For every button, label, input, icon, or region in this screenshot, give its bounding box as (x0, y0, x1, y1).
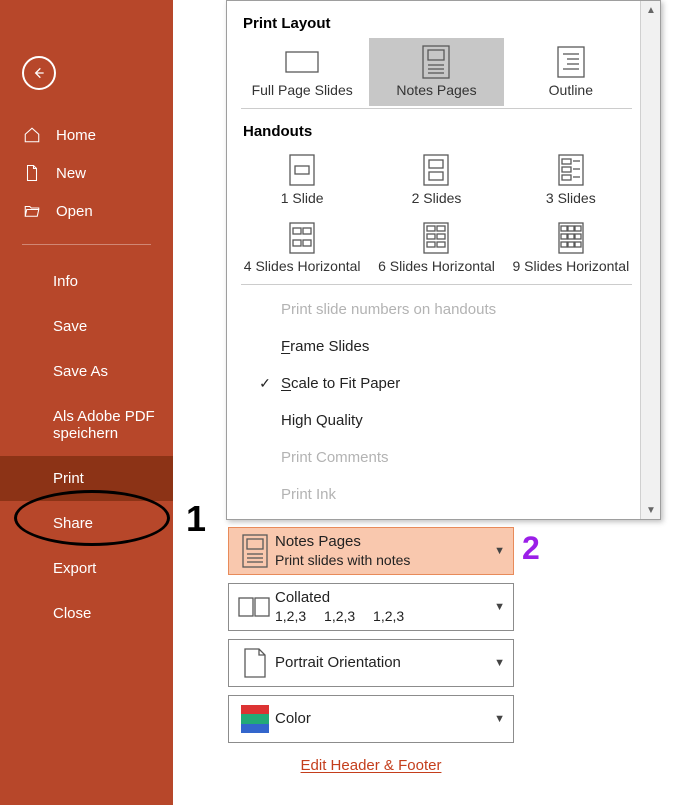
portrait-icon (243, 647, 267, 679)
nav-adobe-pdf[interactable]: Als Adobe PDF speichern (0, 394, 173, 456)
nav-new[interactable]: New (0, 154, 173, 192)
backstage-sidebar: Home New Open Info Save Save As Als Adob… (0, 0, 173, 805)
opt-print-comments: Print Comments (235, 439, 638, 476)
nav-print[interactable]: Print (0, 456, 173, 501)
nav-home[interactable]: Home (0, 116, 173, 154)
setting-collated-title: Collated (275, 589, 494, 608)
opt-print-numbers: Print slide numbers on handouts (235, 291, 638, 328)
opt-print-ink: Print Ink (235, 476, 638, 513)
color-swatch-icon (241, 705, 269, 733)
collated-icon (238, 595, 272, 619)
setting-collated[interactable]: Collated 1,2,3 1,2,3 1,2,3 ▼ (228, 583, 514, 631)
annotation-2: 2 (522, 530, 540, 567)
setting-color[interactable]: Color ▼ (228, 695, 514, 743)
setting-orientation-title: Portrait Orientation (275, 654, 494, 673)
heading-print-layout: Print Layout (235, 3, 638, 38)
handout-6h[interactable]: 6 Slides Horizontal (369, 214, 503, 282)
check-icon: ✓ (257, 375, 273, 392)
full-page-icon (282, 47, 322, 77)
dropdown-scrollbar[interactable]: ▲ ▼ (640, 1, 660, 519)
setting-collated-sub: 1,2,3 1,2,3 1,2,3 (275, 608, 494, 626)
folder-open-icon (23, 202, 41, 220)
nav-open[interactable]: Open (0, 192, 173, 230)
heading-handouts: Handouts (235, 111, 638, 146)
handout-9-icon (558, 222, 584, 254)
print-settings: Notes Pages Print slides with notes ▼ Co… (228, 527, 514, 774)
setting-layout-title: Notes Pages (275, 533, 494, 552)
chevron-down-icon: ▼ (494, 545, 505, 557)
handout-2-icon (423, 154, 449, 186)
chevron-down-icon: ▼ (494, 713, 505, 725)
annotation-1: 1 (186, 498, 206, 540)
nav-open-label: Open (56, 203, 93, 220)
nav-share[interactable]: Share (0, 501, 173, 546)
handout-6-icon (423, 222, 449, 254)
opt-scale-fit[interactable]: ✓Scale to Fit Paper (235, 365, 638, 402)
setting-color-title: Color (275, 710, 494, 729)
outline-icon (557, 46, 585, 78)
sidebar-divider (22, 244, 151, 245)
chevron-down-icon: ▼ (494, 657, 505, 669)
handout-4-icon (289, 222, 315, 254)
layout-notes-pages[interactable]: Notes Pages (369, 38, 503, 106)
arrow-left-icon (31, 65, 47, 81)
nav-save[interactable]: Save (0, 304, 173, 349)
handout-2[interactable]: 2 Slides (369, 146, 503, 214)
nav-save-as[interactable]: Save As (0, 349, 173, 394)
print-layout-dropdown: ▲ ▼ Print Layout Full Page Slides Notes … (226, 0, 661, 520)
home-icon (23, 126, 41, 144)
edit-header-footer-link[interactable]: Edit Header & Footer (228, 757, 514, 774)
handout-1[interactable]: 1 Slide (235, 146, 369, 214)
setting-layout[interactable]: Notes Pages Print slides with notes ▼ (228, 527, 514, 575)
back-button[interactable] (22, 56, 56, 90)
handout-4h[interactable]: 4 Slides Horizontal (235, 214, 369, 282)
scroll-up-icon[interactable]: ▲ (641, 1, 661, 19)
nav-close[interactable]: Close (0, 591, 173, 636)
handout-3[interactable]: 3 Slides (504, 146, 638, 214)
notes-page-icon (422, 45, 450, 79)
setting-layout-sub: Print slides with notes (275, 552, 494, 570)
opt-frame-slides[interactable]: Frame Slides (235, 328, 638, 365)
nav-home-label: Home (56, 127, 96, 144)
handout-9h[interactable]: 9 Slides Horizontal (504, 214, 638, 282)
file-icon (23, 164, 41, 182)
scroll-down-icon[interactable]: ▼ (641, 501, 661, 519)
layout-outline[interactable]: Outline (504, 38, 638, 106)
notes-page-icon (242, 534, 268, 568)
nav-export[interactable]: Export (0, 546, 173, 591)
chevron-down-icon: ▼ (494, 601, 505, 613)
layout-full-page-slides[interactable]: Full Page Slides (235, 38, 369, 106)
nav-info[interactable]: Info (0, 259, 173, 304)
opt-high-quality[interactable]: High Quality (235, 402, 638, 439)
handout-1-icon (289, 154, 315, 186)
handout-3-icon (558, 154, 584, 186)
setting-orientation[interactable]: Portrait Orientation ▼ (228, 639, 514, 687)
nav-new-label: New (56, 165, 86, 182)
